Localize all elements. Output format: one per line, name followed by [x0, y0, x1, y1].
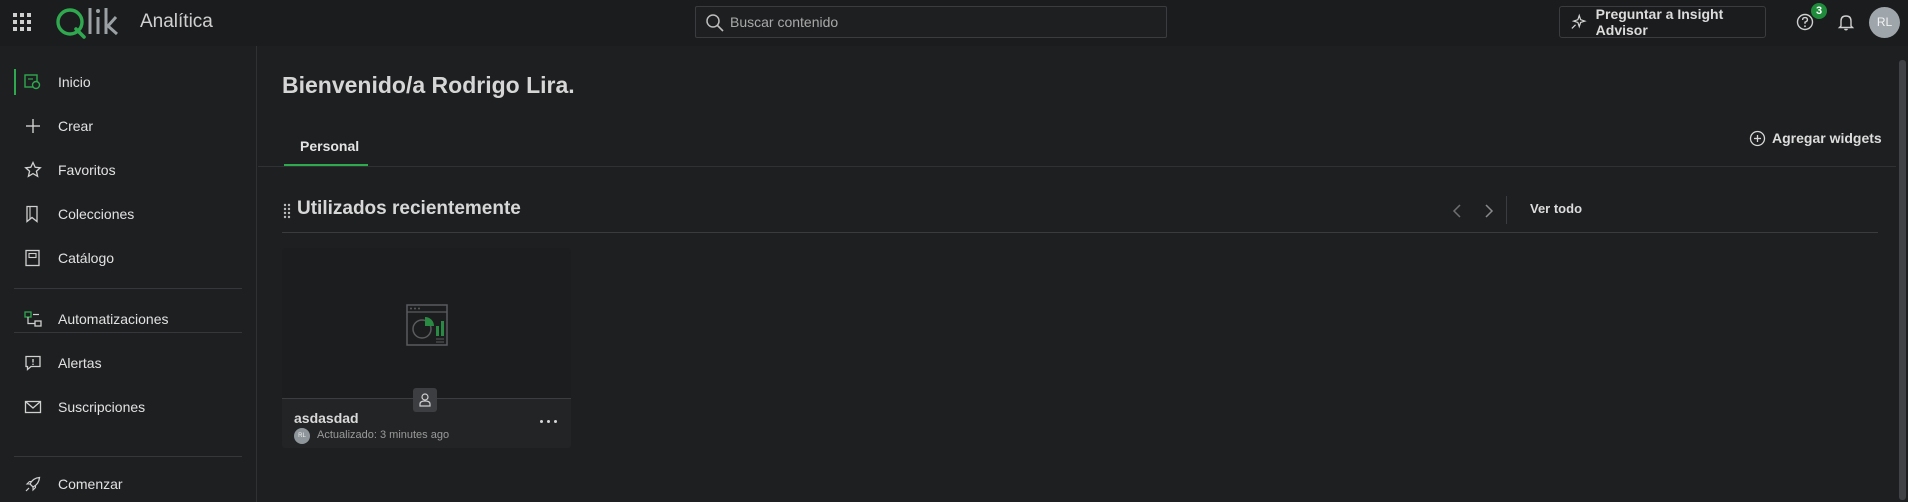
sidebar-item-label: Inicio: [58, 74, 91, 90]
app-thumbnail: [282, 248, 571, 398]
sidebar-item-label: Catálogo: [58, 250, 115, 266]
section-divider: [282, 232, 1878, 233]
recent-section-header: Utilizados recientemente Ver todo: [282, 196, 1878, 226]
add-widgets-label: Agregar widgets: [1772, 130, 1882, 146]
tabs-divider: [258, 166, 1908, 167]
owner-badge: [413, 388, 437, 412]
plus-icon: [26, 119, 40, 133]
sidebar-item-suscripciones[interactable]: Suscripciones: [0, 389, 256, 425]
sidebar-item-label: Automatizaciones: [58, 311, 169, 327]
catalog-icon: [25, 249, 40, 267]
user-avatar[interactable]: RL: [1869, 7, 1900, 38]
sidebar-item-label: Crear: [58, 118, 94, 134]
search-input[interactable]: [730, 7, 1160, 37]
sidebar-divider: [14, 456, 242, 457]
sidebar-item-label: Colecciones: [58, 206, 135, 222]
add-widgets-button[interactable]: Agregar widgets: [1749, 127, 1882, 149]
sidebar-item-inicio[interactable]: Inicio: [0, 64, 256, 100]
sparkle-icon: [1571, 13, 1587, 29]
section-title: Utilizados recientemente: [297, 198, 521, 219]
tab-label: Personal: [300, 138, 360, 154]
search-icon: [706, 14, 724, 32]
header-divider: [1506, 196, 1507, 224]
rocket-icon: [25, 476, 41, 492]
app-placeholder-icon: [406, 304, 448, 346]
notification-count-badge: 3: [1811, 3, 1827, 19]
sidebar-item-catalogo[interactable]: Catálogo: [0, 240, 256, 276]
card-title: asdasdad: [294, 410, 359, 426]
alert-icon: [25, 355, 41, 371]
scrollbar-thumb[interactable]: [1899, 60, 1906, 500]
home-icon: [24, 74, 41, 90]
more-options-icon[interactable]: [538, 414, 560, 428]
chevron-left-icon[interactable]: [1448, 201, 1468, 221]
app-title: Analítica: [140, 11, 213, 32]
main-content: Bienvenido/a Rodrigo Lira. Personal Agre…: [258, 46, 1908, 502]
star-icon: [24, 160, 42, 178]
sidebar-divider: [14, 288, 242, 289]
insight-advisor-button[interactable]: Preguntar a Insight Advisor: [1559, 6, 1766, 38]
sidebar-item-crear[interactable]: Crear: [0, 108, 256, 144]
search-box[interactable]: [695, 6, 1167, 38]
tab-personal[interactable]: Personal: [284, 128, 368, 166]
top-bar: Analítica Preguntar a Insight Advisor 3 …: [0, 0, 1908, 46]
sidebar-item-comenzar[interactable]: Comenzar: [0, 466, 256, 502]
sidebar-item-label: Favoritos: [58, 162, 116, 178]
drag-handle-icon[interactable]: [282, 203, 292, 219]
app-card[interactable]: asdasdad RL Actualizado: 3 minutes ago: [282, 248, 571, 448]
sidebar-divider: [14, 332, 242, 333]
add-circle-icon: [1749, 130, 1766, 146]
owner-avatar: RL: [294, 428, 310, 444]
see-all-link[interactable]: Ver todo: [1530, 201, 1582, 216]
sidebar-item-label: Comenzar: [58, 476, 123, 492]
sidebar: Inicio Crear Favoritos Colecciones Catál…: [0, 46, 257, 502]
app-launcher-icon[interactable]: [13, 13, 31, 31]
insight-advisor-label: Preguntar a Insight Advisor: [1595, 6, 1724, 38]
mail-icon: [24, 400, 42, 414]
bell-icon[interactable]: [1836, 12, 1856, 32]
sidebar-item-label: Alertas: [58, 355, 102, 371]
chevron-right-icon[interactable]: [1478, 201, 1498, 221]
qlik-logo[interactable]: [54, 4, 124, 40]
person-icon: [419, 393, 431, 407]
bookmark-icon: [26, 205, 38, 223]
sidebar-item-favoritos[interactable]: Favoritos: [0, 152, 256, 188]
automation-icon: [24, 311, 42, 327]
sidebar-item-colecciones[interactable]: Colecciones: [0, 196, 256, 232]
sidebar-item-label: Suscripciones: [58, 399, 146, 415]
page-title: Bienvenido/a Rodrigo Lira.: [282, 72, 575, 98]
sidebar-item-alertas[interactable]: Alertas: [0, 345, 256, 381]
card-updated-text: Actualizado: 3 minutes ago: [317, 429, 450, 441]
